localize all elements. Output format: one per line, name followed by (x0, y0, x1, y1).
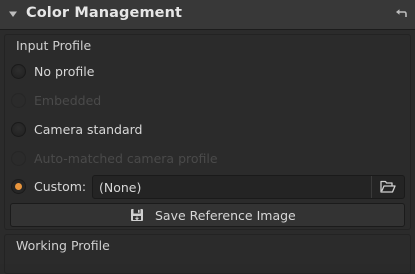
radio-button[interactable] (11, 122, 26, 137)
radio-button[interactable] (11, 64, 26, 79)
radio-label: Camera standard (34, 122, 143, 137)
radio-auto-matched: Auto-matched camera profile (11, 149, 261, 169)
radio-button (11, 151, 26, 166)
radio-no-profile[interactable]: No profile (11, 62, 211, 82)
radio-button[interactable] (11, 179, 26, 194)
radio-label: Auto-matched camera profile (34, 151, 218, 166)
panel-header[interactable]: Color Management (0, 0, 415, 30)
custom-profile-value: (None) (99, 180, 142, 195)
reset-arrow-icon[interactable] (395, 8, 408, 21)
save-icon (131, 209, 143, 221)
radio-label: No profile (34, 64, 95, 79)
radio-button (11, 93, 26, 108)
radio-label: Embedded (34, 93, 102, 108)
panel-title: Color Management (26, 5, 183, 21)
custom-profile-selector[interactable]: (None) (92, 175, 405, 199)
folder-open-icon (380, 180, 396, 193)
radio-label: Custom: (34, 179, 87, 194)
browse-button[interactable] (372, 176, 404, 198)
radio-embedded: Embedded (11, 91, 211, 111)
color-management-panel: Color Management Input Profile No profil… (0, 0, 415, 274)
radio-custom[interactable]: Custom: (11, 177, 91, 197)
save-reference-image-button[interactable]: Save Reference Image (10, 203, 405, 227)
working-profile-label: Working Profile (16, 238, 110, 253)
chevron-down-icon[interactable] (7, 8, 19, 20)
input-profile-label: Input Profile (16, 38, 92, 53)
save-button-label: Save Reference Image (155, 208, 296, 223)
radio-camera-standard[interactable]: Camera standard (11, 120, 211, 140)
